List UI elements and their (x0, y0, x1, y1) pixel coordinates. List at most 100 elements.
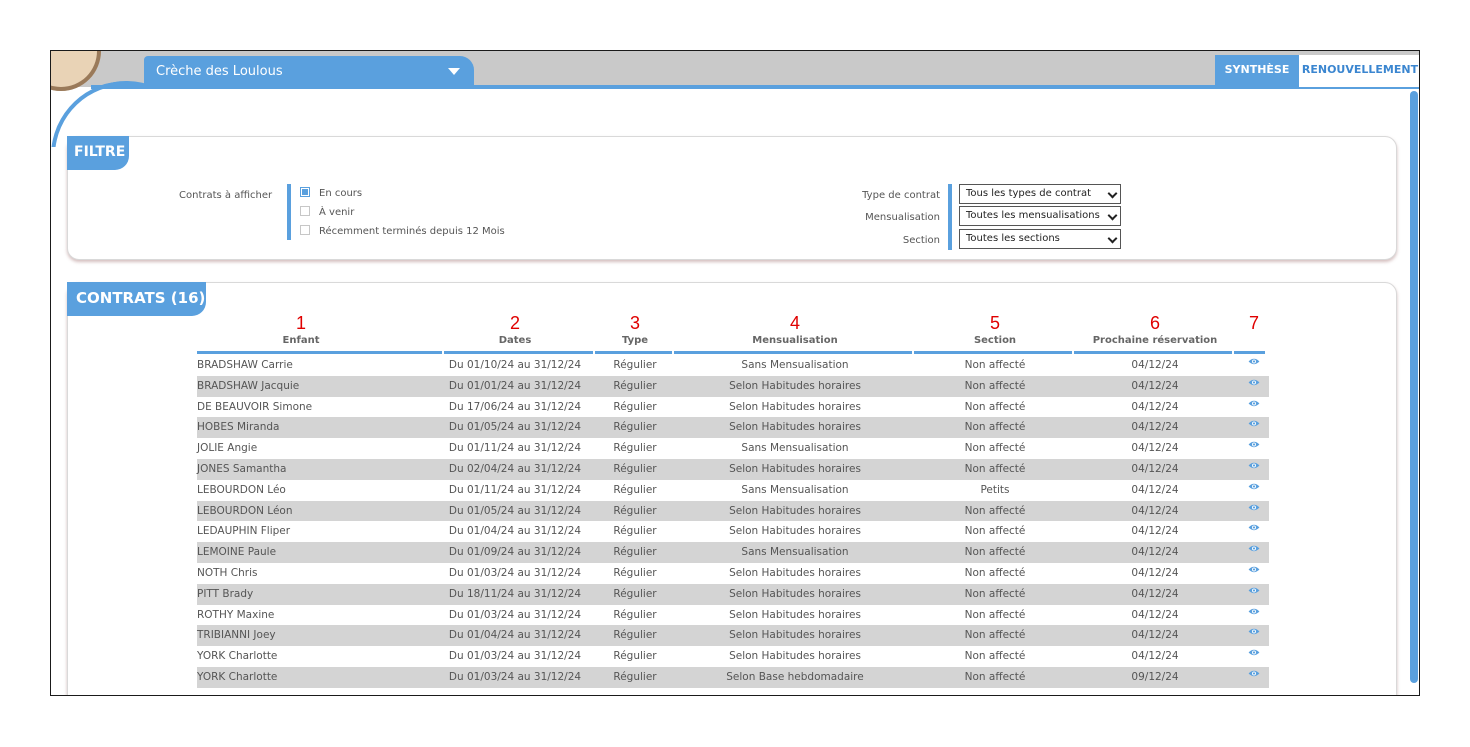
col-enfant-cell: HOBES Miranda (197, 421, 280, 434)
creche-dropdown[interactable]: Crèche des Loulous (144, 56, 474, 87)
eye-icon[interactable] (1248, 669, 1261, 678)
col-mensualisation-cell: Selon Habitudes horaires (729, 462, 861, 475)
table-row[interactable]: HOBES Miranda Du 01/05/24 au 31/12/24 Régu… (197, 417, 1269, 439)
col-type-cell: Régulier (613, 379, 657, 392)
chevron-down-icon (1107, 233, 1118, 244)
checkbox-label: Récemment terminés depuis 12 Mois (319, 226, 505, 237)
col-dates-cell: Du 01/03/24 au 31/12/24 (448, 566, 582, 579)
type-contrat-select[interactable]: Tous les types de contrat (959, 184, 1121, 204)
table-row[interactable]: YORK Charlotte Du 01/03/24 au 31/12/24 Rég… (197, 666, 1269, 688)
eye-icon[interactable] (1248, 586, 1261, 595)
col-section-header[interactable]: Section (974, 335, 1016, 346)
contracts-title: CONTRATS (16) (67, 282, 206, 316)
table-row[interactable]: LEMOINE Paule Du 01/09/24 au 31/12/24 Régu… (197, 542, 1269, 563)
col-prochaine-reservation-cell: 04/12/24 (1131, 400, 1179, 413)
eye-icon[interactable] (1248, 399, 1261, 408)
checkbox-icon[interactable] (300, 206, 310, 216)
checkbox-a-venir[interactable]: À venir (300, 206, 354, 218)
table-row[interactable]: JOLIE Angie Du 01/11/24 au 31/12/24 Réguli… (197, 438, 1269, 459)
tab-renouvellement[interactable]: RENOUVELLEMENT (1299, 55, 1419, 87)
col-type-cell: Régulier (613, 608, 657, 621)
contracts-to-show-label: Contrats à afficher (179, 190, 273, 201)
col-mensualisation-cell: Selon Habitudes horaires (729, 379, 861, 392)
eye-icon[interactable] (1248, 627, 1261, 636)
mensualisation-select[interactable]: Toutes les mensualisations (959, 206, 1121, 226)
column-number-2: 2 (509, 313, 521, 333)
col-section-cell: Non affecté (964, 650, 1026, 663)
col-mensualisation-cell: Selon Habitudes horaires (729, 650, 861, 663)
checkbox-icon[interactable] (300, 225, 310, 235)
eye-icon[interactable] (1248, 544, 1261, 553)
eye-icon[interactable] (1248, 482, 1261, 491)
table-row[interactable]: BRADSHAW Carrie Du 01/10/24 au 31/12/24 Ré… (197, 355, 1269, 376)
col-enfant-cell: NOTH Chris (197, 566, 258, 579)
col-type-cell: Régulier (613, 587, 657, 600)
col-type-cell: Régulier (613, 504, 657, 517)
col-prochaine-reservation-cell: 04/12/24 (1131, 504, 1179, 517)
table-row[interactable]: DE BEAUVOIR Simone Du 17/06/24 au 31/12/2… (197, 397, 1269, 418)
col-type-cell: Régulier (613, 525, 657, 538)
col-prochaine-reservation-cell: 04/12/24 (1131, 566, 1179, 579)
checkbox-label: En cours (319, 188, 363, 199)
col-mensualisation-cell: Selon Habitudes horaires (729, 421, 861, 434)
col-type-cell: Régulier (613, 566, 657, 579)
table-row[interactable]: JONES Samantha Du 02/04/24 au 31/12/24 Rég… (197, 458, 1269, 480)
table-row[interactable]: TRIBIANNI Joey Du 01/04/24 au 31/12/24 Rég… (197, 625, 1269, 647)
col-prochaine-reservation-cell: 04/12/24 (1131, 442, 1179, 455)
scrollbar-thumb[interactable] (1410, 91, 1418, 683)
vertical-scrollbar[interactable] (1408, 89, 1419, 689)
table-row[interactable]: LEDAUPHIN Fliper Du 01/04/24 au 31/12/24 R… (197, 521, 1269, 542)
eye-icon[interactable] (1248, 378, 1261, 387)
eye-icon[interactable] (1248, 461, 1261, 470)
section-select[interactable]: Toutes les sections (959, 229, 1121, 249)
col-enfant-cell: JONES Samantha (197, 462, 287, 475)
table-row[interactable]: LEBOURDON Léon Du 01/05/24 au 31/12/24 Rég… (197, 500, 1269, 522)
eye-icon[interactable] (1248, 440, 1261, 449)
col-dates-cell: Du 17/06/24 au 31/12/24 (448, 400, 582, 413)
col-enfant-cell: JOLIE Angie (197, 442, 258, 455)
tab-synthese[interactable]: SYNTHÈSE (1215, 55, 1299, 87)
col-prochaine-reservation-cell: 09/12/24 (1131, 670, 1179, 683)
checkbox-recemment-termines[interactable]: Récemment terminés depuis 12 Mois (300, 225, 505, 237)
col-dates-header[interactable]: Dates (499, 335, 532, 346)
filter-panel: FILTRE Contrats à afficher En cours À ve… (67, 136, 1397, 260)
table-row[interactable]: ROTHY Maxine Du 01/03/24 au 31/12/24 Régul… (197, 605, 1269, 626)
column-number-1: 1 (295, 313, 307, 333)
eye-icon[interactable] (1248, 503, 1261, 512)
col-mensualisation-header[interactable]: Mensualisation (752, 335, 837, 346)
col-enfant-cell: BRADSHAW Carrie (197, 359, 293, 371)
table-row[interactable]: PITT Brady Du 18/11/24 au 31/12/24 Régulie… (197, 583, 1269, 605)
col-dates-cell: Du 01/09/24 au 31/12/24 (448, 546, 582, 559)
table-row[interactable]: LEBOURDON Léo Du 01/11/24 au 31/12/24 Régu… (197, 480, 1269, 501)
eye-icon[interactable] (1248, 523, 1261, 532)
table-row[interactable]: YORK Charlotte Du 01/03/24 au 31/12/24 Rég… (197, 646, 1269, 667)
eye-icon[interactable] (1248, 648, 1261, 657)
col-prochaine-reservation-cell: 04/12/24 (1131, 608, 1179, 621)
col-section-cell: Non affecté (964, 421, 1026, 434)
col-mensualisation-cell: Sans Mensualisation (741, 546, 849, 559)
col-section-cell: Petits (980, 483, 1010, 496)
eye-icon[interactable] (1248, 607, 1261, 616)
col-enfant-header[interactable]: Enfant (283, 335, 320, 346)
col-mensualisation-cell: Selon Base hebdomadaire (726, 670, 864, 683)
eye-icon[interactable] (1248, 565, 1261, 574)
col-enfant-cell: ROTHY Maxine (197, 608, 275, 621)
table-row[interactable]: NOTH Chris Du 01/03/24 au 31/12/24 Régulie… (197, 563, 1269, 584)
col-dates-cell: Du 01/03/24 au 31/12/24 (448, 608, 582, 621)
col-prochaine-reservation-cell: 04/12/24 (1131, 483, 1179, 496)
col-section-underline (914, 351, 1072, 354)
column-number-3: 3 (629, 313, 641, 333)
col-prochaine-reservation-underline (1074, 351, 1232, 354)
col-section-cell: Non affecté (964, 629, 1026, 642)
col-dates-cell: Du 01/11/24 au 31/12/24 (448, 483, 582, 496)
eye-icon[interactable] (1248, 419, 1261, 428)
checkbox-en-cours[interactable]: En cours (300, 187, 362, 199)
checkbox-checked-icon[interactable] (300, 187, 310, 197)
eye-icon[interactable] (1248, 357, 1261, 366)
table-row[interactable]: BRADSHAW Jacquie Du 01/01/24 au 31/12/24 R… (197, 375, 1269, 397)
col-prochaine-reservation-cell: 04/12/24 (1131, 359, 1179, 371)
col-enfant-cell: YORK Charlotte (197, 670, 278, 683)
col-prochaine-reservation-header[interactable]: Prochaine réservation (1093, 335, 1218, 346)
col-actions-underline (1234, 351, 1265, 354)
col-type-header[interactable]: Type (622, 335, 648, 346)
